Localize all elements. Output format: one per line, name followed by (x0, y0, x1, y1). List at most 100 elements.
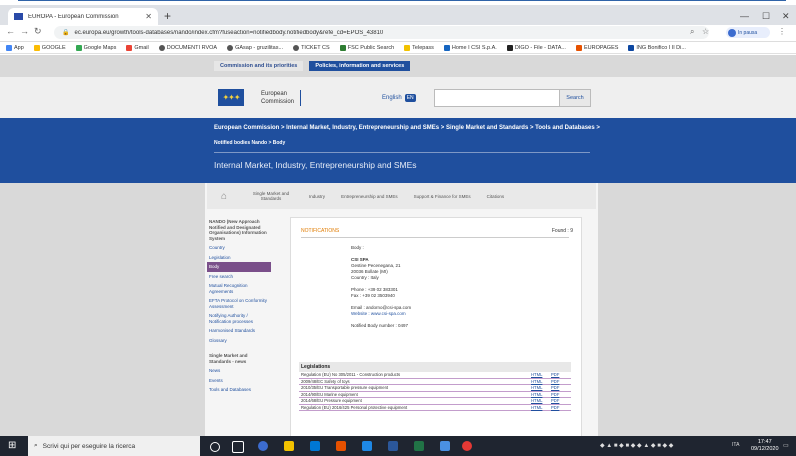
bookmark-item[interactable]: FSC Public Search (339, 44, 394, 51)
legislation-name[interactable]: 2014/68/EU Pressure equipment (299, 398, 531, 403)
app-icon[interactable] (462, 441, 472, 451)
html-link[interactable]: HTML (531, 379, 551, 384)
bookmark-item[interactable]: Telepass (404, 44, 434, 51)
sidebar-item-tools[interactable]: Tools and Databases (207, 385, 271, 395)
pdf-link[interactable]: PDF (551, 379, 571, 384)
bookmark-label: Gmail (134, 44, 149, 51)
star-icon[interactable]: ☆ (702, 27, 709, 36)
avatar (728, 28, 736, 37)
app-icon[interactable] (336, 441, 346, 451)
minimize-icon[interactable]: — (740, 11, 749, 21)
bookmark-label: GAsap - gruzilitas... (235, 44, 284, 51)
windows-start-icon[interactable]: ⊞ (8, 440, 16, 451)
html-link[interactable]: HTML (531, 398, 551, 403)
sidebar-item-legislation[interactable]: Legislation (207, 253, 271, 263)
file-explorer-icon[interactable] (284, 441, 294, 451)
sidebar-item-country[interactable]: Country (207, 243, 271, 253)
close-window-icon[interactable]: ✕ (782, 11, 790, 22)
breadcrumb[interactable]: European Commission > Internal Market, I… (214, 125, 600, 131)
sidebar-item-efta[interactable]: EFTA Protocol on Conformity Assessment (207, 296, 271, 311)
bookmark-item[interactable]: DIGO - File - DATA... (506, 44, 566, 51)
sidebar-item-glossary[interactable]: Glossary (207, 336, 271, 346)
sidebar-item-standards[interactable]: Harmonised Standards (207, 326, 271, 336)
bookmark-item[interactable]: GOOGLE (33, 44, 66, 51)
language-selector[interactable]: English EN (382, 94, 416, 102)
menu-icon[interactable]: ⋮ (778, 27, 786, 36)
taskbar-search[interactable]: ⌕ Scrivi qui per eseguire la ricerca (28, 436, 200, 456)
new-tab-icon[interactable]: + (164, 9, 171, 23)
tab-commission[interactable]: Commission and its priorities (214, 61, 304, 71)
browser-tab[interactable]: EUROPA - European Commission ✕ (8, 8, 158, 25)
nav-item[interactable]: Citations (479, 194, 513, 199)
html-link[interactable]: HTML (531, 405, 551, 410)
legislation-name[interactable]: 2010/35/EU Transportable pressure equipm… (299, 385, 531, 390)
forward-icon[interactable]: → (20, 26, 29, 36)
bookmark-item[interactable]: DOCUMENTI RVOA (158, 44, 217, 51)
translate-icon[interactable]: ⌕ (690, 27, 694, 37)
app-icon[interactable] (440, 441, 450, 451)
bookmark-label: Google Maps (83, 44, 117, 51)
task-view-icon[interactable] (232, 441, 244, 453)
word-icon[interactable] (388, 441, 398, 451)
nav-item[interactable]: Support & Finance for SMEs (406, 194, 479, 199)
input-language[interactable]: ITA (732, 442, 739, 448)
sidebar-item-free-search[interactable]: Free search (207, 272, 271, 282)
excel-icon[interactable] (414, 441, 424, 451)
html-link[interactable]: HTML (531, 372, 551, 377)
telepass-icon (404, 44, 411, 51)
bookmark-item[interactable]: Google Maps (75, 44, 117, 51)
system-tray-icons[interactable]: ◆ ▲ ■ ◆ ■ ◆ ◆ ▲ ◆ ■ ◆ ◆ (600, 442, 673, 449)
bookmark-label: TICKET CS (301, 44, 330, 51)
html-link[interactable]: HTML (531, 392, 551, 397)
app-icon[interactable] (362, 441, 372, 451)
legislation-name[interactable]: Regulation (EU) 2016/425 Personal protec… (299, 405, 531, 410)
bookmark-item[interactable]: TICKET CS (293, 44, 330, 51)
html-link[interactable]: HTML (531, 385, 551, 390)
legislation-name[interactable]: 2014/90/EU Marine equipment (299, 392, 531, 397)
close-tab-icon[interactable]: ✕ (145, 12, 152, 21)
omnibox[interactable]: 🔒 ec.europa.eu/growth/tools-databases/na… (54, 26, 709, 39)
sidebar-item-events[interactable]: Events (207, 376, 271, 386)
chrome-icon[interactable] (258, 441, 268, 451)
pdf-link[interactable]: PDF (551, 405, 571, 410)
website-link[interactable]: Website : www.csi-spa.com (351, 311, 411, 317)
pdf-link[interactable]: PDF (551, 372, 571, 377)
language-label: English (382, 95, 402, 101)
maximize-icon[interactable]: ☐ (762, 11, 770, 22)
pdf-link[interactable]: PDF (551, 398, 571, 403)
search-button[interactable]: Search (559, 89, 591, 107)
sidebar-item-news[interactable]: News (207, 366, 271, 376)
notifications-icon[interactable]: ▭ (783, 442, 789, 449)
nav-item[interactable]: Single Market and Standards (241, 191, 301, 201)
sidebar-item-notifying-authority[interactable]: Notifying Authority / Notification proce… (207, 311, 271, 326)
home-icon[interactable]: ⌂ (207, 191, 241, 202)
nav-item[interactable]: Industry (301, 194, 333, 199)
clock[interactable]: 17:47 09/12/2020 (751, 439, 779, 453)
sidebar-item-mra[interactable]: Mutual Recognition Agreements (207, 281, 271, 296)
nav-item[interactable]: Entrepreneurship and SMEs (333, 194, 406, 199)
search-input[interactable] (434, 89, 560, 107)
bookmark-item[interactable]: Home I CSI S.p.A. (443, 44, 497, 51)
sidebar: NANDO (New Approach Notified and Designa… (207, 217, 271, 436)
bookmark-item[interactable]: EUROPAGES (575, 44, 618, 51)
bookmark-item[interactable]: Gmail (126, 44, 149, 51)
taskbar-search-placeholder: Scrivi qui per eseguire la ricerca (42, 442, 136, 450)
bookmark-item[interactable]: GAsap - gruzilitas... (227, 44, 284, 51)
notifications-link[interactable]: NOTIFICATIONS (301, 228, 339, 234)
bookmark-item[interactable]: App (6, 44, 24, 51)
cortana-icon[interactable] (210, 442, 220, 452)
sidebar-item-body[interactable]: Body (207, 262, 271, 272)
bookmark-item[interactable]: ING Bonifico I Il Di... (628, 44, 686, 51)
legislation-name[interactable]: Regulation (EU) No 305/2011 - Constructi… (299, 372, 531, 377)
pdf-link[interactable]: PDF (551, 392, 571, 397)
back-icon[interactable]: ← (6, 26, 15, 36)
breadcrumb-secondary[interactable]: Notified bodies Nando > Body (214, 140, 285, 146)
outlook-icon[interactable] (310, 441, 320, 451)
bookmarks-bar: App GOOGLE Google Maps Gmail DOCUMENTI R… (0, 42, 796, 54)
profile-button[interactable]: In pausa (726, 27, 770, 38)
legislation-name[interactable]: 2009/48/EC Safety of toys (299, 379, 531, 384)
ec-logo-icon[interactable]: ✦✦✦ (218, 89, 244, 106)
pdf-link[interactable]: PDF (551, 385, 571, 390)
reload-icon[interactable]: ↻ (34, 26, 42, 37)
tab-policies[interactable]: Policies, information and services (309, 61, 411, 71)
